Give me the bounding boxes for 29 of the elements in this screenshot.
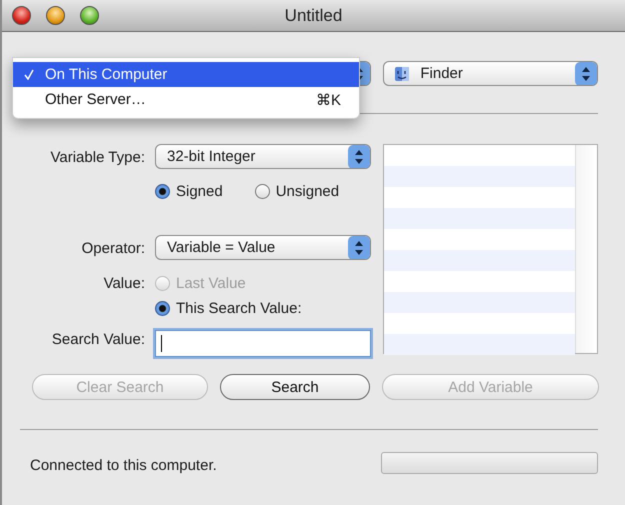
operator-popup[interactable]: Variable = Value: [155, 235, 371, 260]
zoom-button[interactable]: [80, 6, 99, 25]
menu-item[interactable]: On This Computer: [13, 62, 359, 87]
window-title: Untitled: [284, 6, 342, 26]
app-icon: [394, 66, 410, 82]
push-button[interactable]: Search: [220, 374, 370, 400]
field-label: Search Value:: [52, 330, 145, 348]
stepper-arrows-icon: [348, 236, 370, 259]
radio-label: This Search Value:: [176, 300, 302, 317]
type-popup[interactable]: 32-bit Integer: [155, 144, 371, 169]
radio-label: Last Value: [176, 275, 246, 292]
radio-button[interactable]: [155, 184, 170, 198]
stepper-arrows-icon: [348, 145, 370, 168]
radio-button[interactable]: [155, 301, 170, 316]
radio-label: Signed: [176, 182, 223, 200]
radio-button[interactable]: [254, 184, 270, 198]
shortcut-text: ⌘K: [316, 90, 341, 108]
check-icon: [24, 69, 34, 80]
radio-label: Unsigned: [276, 182, 340, 200]
field-label: Variable Type:: [50, 148, 145, 166]
status-text: Connected to this computer.: [30, 456, 217, 474]
search-value-field[interactable]: [155, 330, 371, 357]
field-label: Value:: [104, 275, 145, 292]
stepper-arrows-icon: [575, 62, 597, 85]
minimize-button[interactable]: [46, 6, 65, 25]
menu-item[interactable]: Other Server… ⌘K: [13, 87, 359, 112]
close-button[interactable]: [12, 6, 31, 25]
app-popup[interactable]: Finder: [383, 61, 598, 86]
field-label: Operator:: [82, 240, 145, 256]
